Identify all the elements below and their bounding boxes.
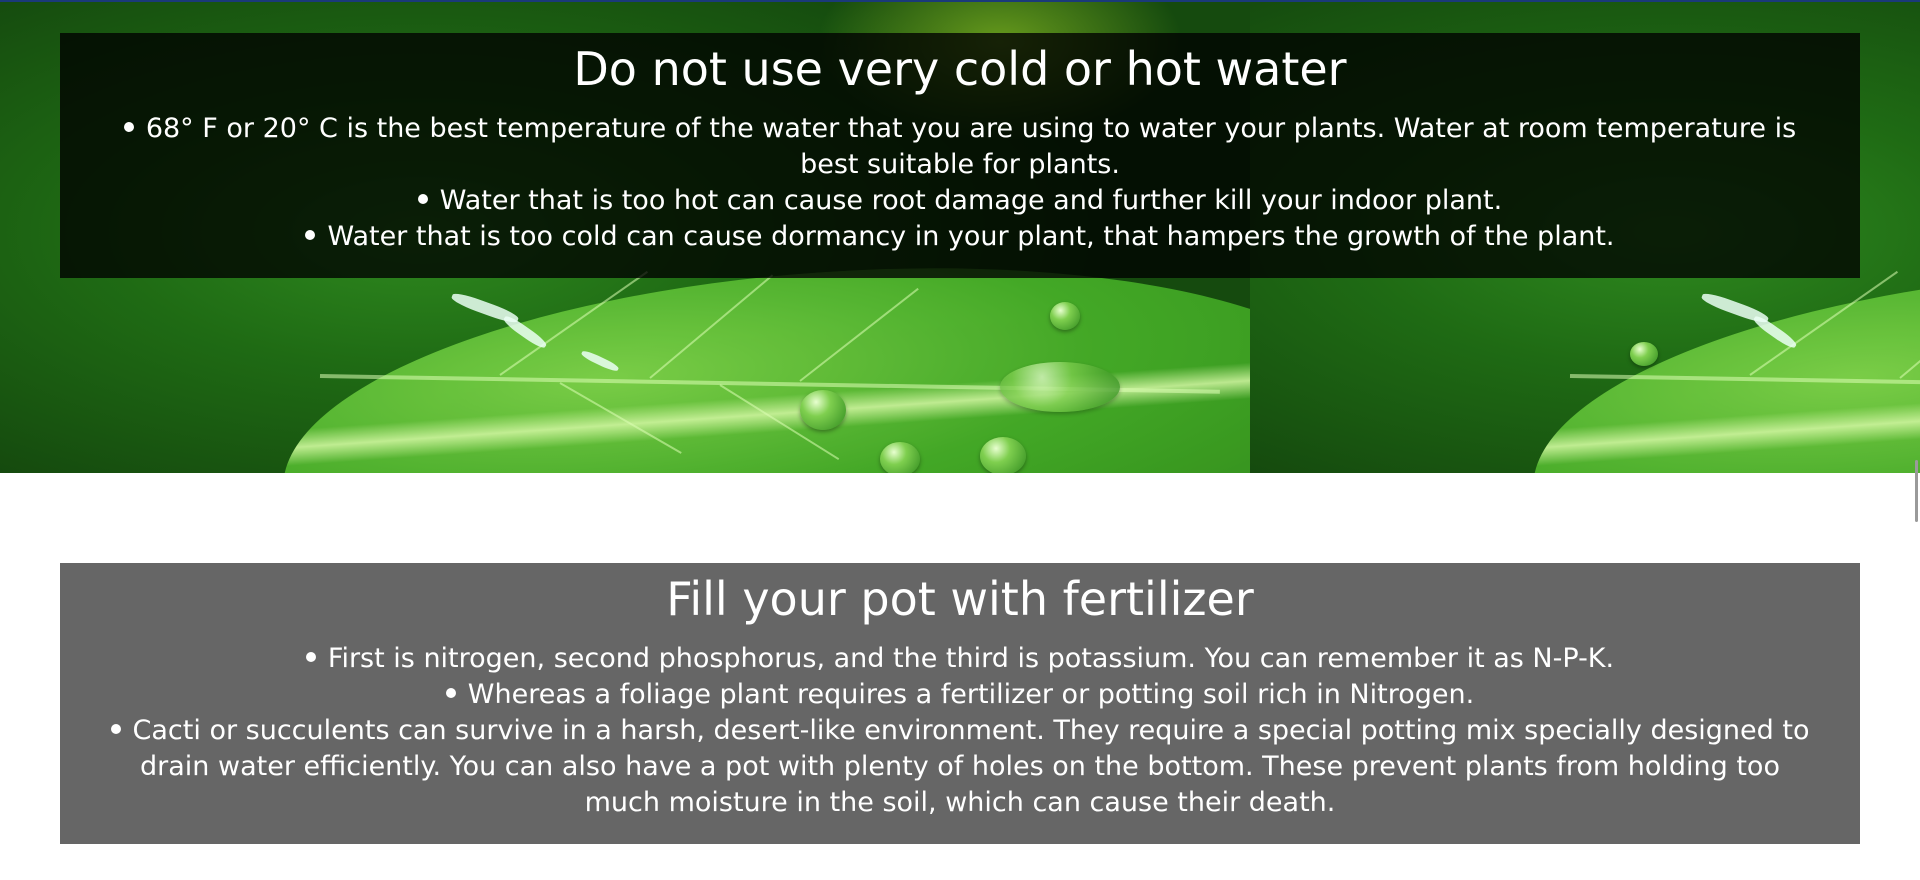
- list-item: Whereas a foliage plant requires a ferti…: [100, 677, 1820, 713]
- list-item: Water that is too cold can cause dormanc…: [100, 219, 1820, 255]
- list-item: Water that is too hot can cause root dam…: [100, 183, 1820, 219]
- fertilizer-section: Fill your pot with fertilizer First is n…: [60, 563, 1860, 844]
- water-temperature-section: Do not use very cold or hot water 68° F …: [60, 33, 1860, 278]
- list-item-text: Whereas a foliage plant requires a ferti…: [467, 679, 1475, 710]
- list-item-text: Cacti or succulents can survive in a har…: [132, 715, 1810, 818]
- bullet-icon: [123, 121, 134, 132]
- bullet-icon: [305, 229, 316, 240]
- bullet-icon: [110, 723, 121, 734]
- list-item: Cacti or succulents can survive in a har…: [100, 713, 1820, 821]
- bullet-icon: [445, 687, 456, 698]
- list-item-text: First is nitrogen, second phosphorus, an…: [327, 643, 1615, 674]
- list-item: First is nitrogen, second phosphorus, an…: [100, 641, 1820, 677]
- section-title: Do not use very cold or hot water: [573, 42, 1347, 96]
- page-scrollbar[interactable]: [1915, 460, 1918, 522]
- bullet-icon: [417, 193, 428, 204]
- water-drop: [800, 390, 846, 430]
- bullet-icon: [305, 651, 316, 662]
- water-drop: [980, 437, 1026, 473]
- water-drop: [1630, 342, 1658, 366]
- list-item-text: Water that is too hot can cause root dam…: [439, 185, 1503, 216]
- list-item: 68° F or 20° C is the best temperature o…: [100, 111, 1820, 183]
- list-item-text: Water that is too cold can cause dormanc…: [327, 221, 1615, 252]
- tips-list: 68° F or 20° C is the best temperature o…: [100, 111, 1820, 255]
- tips-list: First is nitrogen, second phosphorus, an…: [100, 641, 1820, 821]
- water-drop: [1000, 362, 1120, 412]
- section-title: Fill your pot with fertilizer: [666, 572, 1254, 626]
- water-drop: [1050, 302, 1080, 330]
- water-drop: [880, 442, 920, 473]
- list-item-text: 68° F or 20° C is the best temperature o…: [145, 113, 1797, 180]
